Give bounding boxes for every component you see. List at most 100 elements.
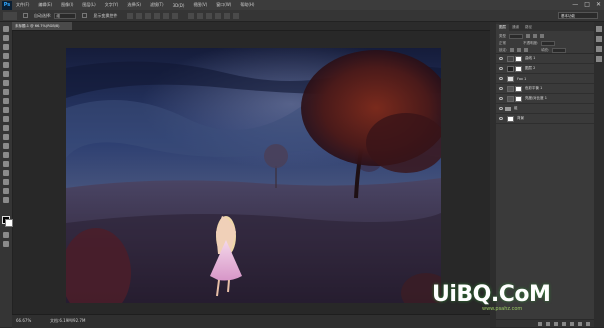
visibility-eye-icon[interactable] <box>499 87 503 90</box>
visibility-eye-icon[interactable] <box>499 107 503 110</box>
layer-row[interactable]: 色彩平衡 1 <box>496 84 594 94</box>
layer-row[interactable]: 亮度/对比度 1 <box>496 94 594 104</box>
distribute-bottom-icon[interactable] <box>206 12 213 19</box>
workspace-switcher[interactable]: 基本功能 <box>558 12 598 19</box>
layer-mask-thumbnail[interactable] <box>515 85 522 92</box>
layer-thumbnail[interactable] <box>507 115 514 122</box>
menu-window[interactable]: 窗口(W) <box>216 2 231 8</box>
blend-mode-dropdown[interactable]: 正常 <box>499 41 506 46</box>
dodge-tool-icon[interactable] <box>3 143 9 149</box>
layer-row[interactable]: 曲线 1 <box>496 54 594 64</box>
document-info[interactable]: 文档:6.19M/92.7M <box>50 318 85 324</box>
tab-channels[interactable]: 通道 <box>509 24 522 31</box>
visibility-eye-icon[interactable] <box>499 97 503 100</box>
document-tab[interactable]: 未标题-1 @ 66.7%(RGB/8) <box>12 22 72 30</box>
minimize-button[interactable]: — <box>572 1 578 9</box>
layer-thumbnail[interactable] <box>507 65 514 72</box>
layer-row[interactable]: 图层 2 <box>496 64 594 74</box>
visibility-eye-icon[interactable] <box>499 67 503 70</box>
layer-thumbnail[interactable] <box>507 95 514 102</box>
visibility-eye-icon[interactable] <box>499 117 503 120</box>
layer-thumbnail[interactable] <box>507 75 514 82</box>
eraser-tool-icon[interactable] <box>3 116 9 122</box>
lock-pixels-icon[interactable] <box>510 48 515 52</box>
add-mask-icon[interactable] <box>554 321 558 326</box>
align-middle-icon[interactable] <box>136 12 143 19</box>
opacity-field[interactable] <box>541 40 556 46</box>
show-transform-checkbox[interactable] <box>82 13 88 18</box>
layer-mask-thumbnail[interactable] <box>515 65 522 72</box>
history-panel-icon[interactable] <box>596 26 602 32</box>
adjustments-panel-icon[interactable] <box>596 46 602 52</box>
align-left-icon[interactable] <box>154 12 161 19</box>
menu-layer[interactable]: 图层(L) <box>82 2 95 8</box>
zoom-level[interactable]: 66.67% <box>16 318 31 323</box>
auto-select-checkbox[interactable] <box>23 13 28 18</box>
move-tool-preset-icon[interactable] <box>3 11 17 20</box>
align-right-icon[interactable] <box>172 12 179 19</box>
hand-tool-icon[interactable] <box>3 188 9 194</box>
layer-row[interactable]: 组 <box>496 104 594 114</box>
distribute-center-icon[interactable] <box>224 12 231 19</box>
quick-select-tool-icon[interactable] <box>3 53 9 59</box>
visibility-eye-icon[interactable] <box>499 57 503 60</box>
layer-thumbnail[interactable] <box>507 55 514 62</box>
layer-thumbnail[interactable] <box>507 85 514 92</box>
eyedropper-tool-icon[interactable] <box>3 71 9 77</box>
gradient-tool-icon[interactable] <box>3 125 9 131</box>
brush-tool-icon[interactable] <box>3 89 9 95</box>
path-select-tool-icon[interactable] <box>3 170 9 176</box>
visibility-eye-icon[interactable] <box>499 77 503 80</box>
blur-tool-icon[interactable] <box>3 134 9 140</box>
marquee-tool-icon[interactable] <box>3 35 9 41</box>
shape-tool-icon[interactable] <box>3 179 9 185</box>
pen-tool-icon[interactable] <box>3 152 9 158</box>
properties-panel-icon[interactable] <box>596 36 602 42</box>
menu-image[interactable]: 图像(I) <box>61 2 73 8</box>
layer-mask-thumbnail[interactable] <box>515 55 522 62</box>
layer-row[interactable]: 背景 <box>496 114 594 124</box>
menu-view[interactable]: 视图(V) <box>193 2 207 8</box>
clone-stamp-tool-icon[interactable] <box>3 98 9 104</box>
menu-edit[interactable]: 编辑(E) <box>38 2 52 8</box>
adjustment-layer-icon[interactable] <box>562 321 566 326</box>
menu-3d[interactable]: 3D(D) <box>173 3 185 8</box>
distribute-right-icon[interactable] <box>233 12 240 19</box>
quick-mask-icon[interactable] <box>3 232 9 238</box>
delete-layer-icon[interactable] <box>586 321 590 326</box>
menu-type[interactable]: 文字(Y) <box>105 2 119 8</box>
lock-position-icon[interactable] <box>517 48 522 52</box>
healing-brush-tool-icon[interactable] <box>3 80 9 86</box>
fill-field[interactable] <box>552 47 567 53</box>
tab-paths[interactable]: 路径 <box>522 24 535 31</box>
align-center-icon[interactable] <box>163 12 170 19</box>
lasso-tool-icon[interactable] <box>3 44 9 50</box>
type-tool-icon[interactable] <box>3 161 9 167</box>
lock-all-icon[interactable] <box>524 48 529 52</box>
menu-file[interactable]: 文件(F) <box>16 2 29 8</box>
filter-adjustment-icon[interactable] <box>533 34 537 38</box>
layer-style-icon[interactable] <box>546 321 550 326</box>
background-color-swatch[interactable] <box>5 219 13 227</box>
menu-filter[interactable]: 滤镜(T) <box>150 2 164 8</box>
auto-select-dropdown[interactable]: 组 <box>54 12 77 19</box>
crop-tool-icon[interactable] <box>3 62 9 68</box>
align-top-icon[interactable] <box>127 12 134 19</box>
layer-mask-thumbnail[interactable] <box>515 95 522 102</box>
distribute-top-icon[interactable] <box>188 12 195 19</box>
tab-layers[interactable]: 图层 <box>496 24 509 31</box>
move-tool-icon[interactable] <box>3 26 9 32</box>
filter-pixel-icon[interactable] <box>526 34 530 38</box>
document-canvas[interactable] <box>66 48 441 303</box>
new-group-icon[interactable] <box>570 321 574 326</box>
menu-help[interactable]: 帮助(H) <box>240 2 254 8</box>
distribute-middle-icon[interactable] <box>197 12 204 19</box>
zoom-tool-icon[interactable] <box>3 197 9 203</box>
align-bottom-icon[interactable] <box>145 12 152 19</box>
menu-select[interactable]: 选择(S) <box>127 2 141 8</box>
new-layer-icon[interactable] <box>578 321 582 326</box>
link-layers-icon[interactable] <box>538 321 542 326</box>
close-button[interactable]: ✕ <box>596 1 601 9</box>
filter-type-icon[interactable] <box>540 34 544 38</box>
swatches-panel-icon[interactable] <box>596 56 602 62</box>
